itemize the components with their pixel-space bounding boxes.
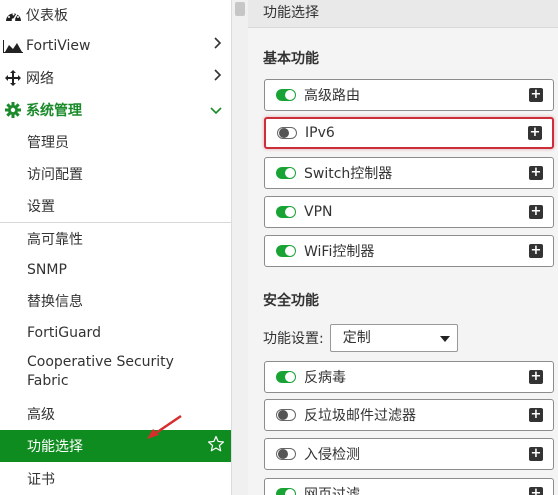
chevron-right-icon: [214, 37, 222, 53]
page-title: 功能选择: [248, 0, 558, 28]
toggle-icon[interactable]: [276, 488, 296, 495]
feature-label: 网页过滤: [304, 487, 360, 495]
feature-vpn[interactable]: VPN +: [264, 196, 554, 228]
basic-features-title: 基本功能: [263, 51, 319, 67]
nav-fortiview-label: FortiView: [26, 38, 91, 54]
nav-ha[interactable]: 高可靠性: [0, 223, 231, 255]
scrollbar-thumb[interactable]: [235, 2, 245, 16]
nav-ha-label: 高可靠性: [27, 232, 83, 248]
toggle-icon[interactable]: [276, 89, 296, 101]
chevron-right-icon: [214, 69, 222, 85]
chart-icon: [0, 39, 26, 53]
network-move-icon: [0, 70, 26, 86]
caret-down-icon: [439, 336, 450, 342]
feature-setting-row: 功能设置: 定制: [263, 324, 458, 352]
feature-wifi-controller[interactable]: WiFi控制器 +: [264, 235, 554, 267]
feature-label: VPN: [304, 204, 333, 220]
plus-icon[interactable]: +: [529, 244, 543, 258]
nav-admin[interactable]: 管理员: [0, 126, 231, 158]
toggle-icon[interactable]: [276, 167, 296, 179]
nav-advanced-label: 高级: [27, 407, 55, 423]
annotation-arrow: [147, 414, 182, 439]
feature-label: 高级路由: [304, 88, 360, 104]
nav-settings[interactable]: 设置: [0, 190, 231, 222]
sidebar: 仪表板 FortiView 网络 系统管理 管理员 访问配置 设置 高可靠性 S…: [0, 0, 231, 495]
feature-label: 入侵检测: [304, 447, 360, 463]
sidebar-scrollbar[interactable]: [231, 0, 248, 495]
feature-advanced-routing[interactable]: 高级路由 +: [264, 79, 554, 111]
nav-network[interactable]: 网络: [0, 62, 231, 94]
nav-system[interactable]: 系统管理: [0, 94, 231, 126]
feature-setting-label: 功能设置:: [263, 331, 324, 347]
nav-snmp-label: SNMP: [27, 262, 67, 278]
nav-access-profile-label: 访问配置: [27, 167, 83, 183]
feature-label: WiFi控制器: [304, 244, 375, 260]
nav-snmp[interactable]: SNMP: [0, 254, 231, 286]
nav-dashboard[interactable]: 仪表板: [0, 0, 231, 31]
nav-certificates[interactable]: 证书: [0, 463, 231, 495]
plus-icon[interactable]: +: [529, 487, 543, 495]
nav-feature-select-label: 功能选择: [27, 439, 83, 455]
toggle-icon[interactable]: [276, 371, 296, 383]
nav-fortiguard[interactable]: FortiGuard: [0, 317, 231, 349]
nav-security-fabric-label-line1: Cooperative Security: [27, 354, 174, 370]
nav-replacement-messages-label: 替换信息: [27, 294, 83, 310]
feature-ipv6[interactable]: IPv6 +: [264, 117, 554, 149]
feature-switch-controller[interactable]: Switch控制器 +: [264, 157, 554, 189]
security-features-title: 安全功能: [263, 293, 319, 309]
nav-access-profile[interactable]: 访问配置: [0, 158, 231, 190]
nav-certificates-label: 证书: [27, 472, 55, 488]
nav-security-fabric-label-line2: Fabric: [27, 373, 69, 389]
nav-fortiguard-label: FortiGuard: [27, 325, 101, 341]
feature-antivirus[interactable]: 反病毒 +: [264, 361, 554, 393]
feature-antispam[interactable]: 反垃圾邮件过滤器 +: [264, 399, 554, 431]
nav-feature-select[interactable]: 功能选择: [0, 430, 231, 462]
dashboard-icon: [0, 8, 26, 23]
feature-setting-value: 定制: [342, 330, 371, 346]
plus-icon[interactable]: +: [529, 408, 543, 422]
nav-settings-label: 设置: [27, 199, 55, 215]
feature-setting-select[interactable]: 定制: [329, 324, 458, 352]
feature-web-filter[interactable]: 网页过滤 +: [264, 478, 554, 495]
nav-network-label: 网络: [26, 71, 54, 87]
feature-ips[interactable]: 入侵检测 +: [264, 438, 554, 470]
plus-icon[interactable]: +: [529, 370, 543, 384]
plus-icon[interactable]: +: [529, 166, 543, 180]
toggle-icon[interactable]: [276, 206, 296, 218]
plus-icon[interactable]: +: [529, 447, 543, 461]
plus-icon[interactable]: +: [528, 126, 542, 140]
main-panel: 功能选择 基本功能 高级路由 + IPv6 + Switch控制器 + VPN …: [248, 0, 558, 495]
toggle-icon[interactable]: [276, 409, 296, 421]
nav-replacement-messages[interactable]: 替换信息: [0, 285, 231, 317]
nav-admin-label: 管理员: [27, 135, 69, 151]
feature-label: 反病毒: [304, 370, 346, 386]
toggle-icon[interactable]: [277, 127, 297, 139]
nav-fortiview[interactable]: FortiView: [0, 30, 231, 62]
nav-dashboard-label: 仪表板: [26, 8, 68, 24]
plus-icon[interactable]: +: [529, 88, 543, 102]
toggle-icon[interactable]: [276, 245, 296, 257]
nav-security-fabric[interactable]: Cooperative Security Fabric: [0, 348, 231, 394]
toggle-icon[interactable]: [276, 448, 296, 460]
feature-label: 反垃圾邮件过滤器: [304, 408, 416, 424]
gear-icon: [0, 102, 26, 118]
feature-label: IPv6: [305, 125, 335, 141]
feature-label: Switch控制器: [304, 166, 393, 182]
plus-icon[interactable]: +: [529, 205, 543, 219]
chevron-down-icon: [210, 103, 222, 119]
nav-system-label: 系统管理: [26, 103, 82, 119]
star-icon[interactable]: [207, 435, 225, 458]
nav-advanced[interactable]: 高级: [0, 398, 231, 430]
